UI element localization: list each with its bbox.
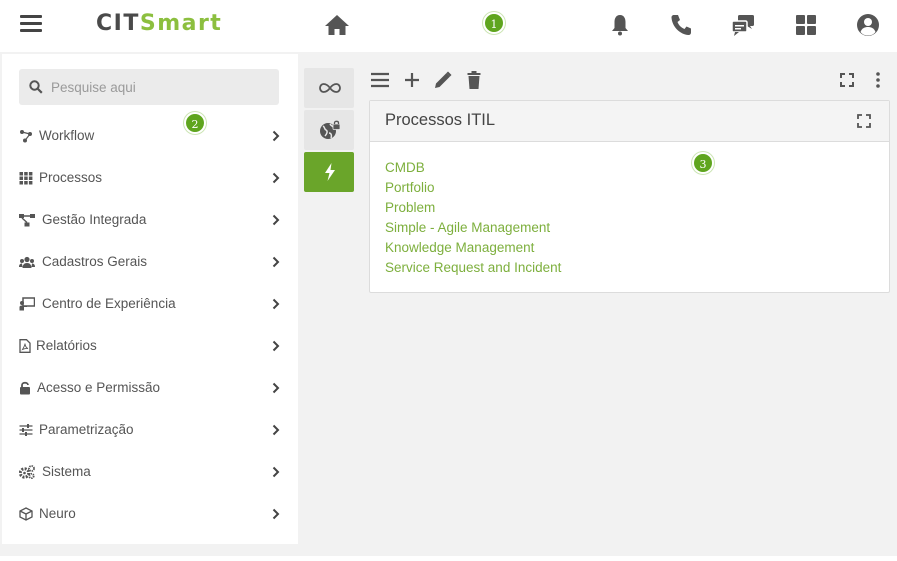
chevron-right-icon [272,340,280,352]
annotation-badge: 3 [692,152,714,174]
chevron-right-icon [272,508,280,520]
panel-header: Processos ITIL [370,101,889,142]
lightning-button[interactable] [304,152,354,192]
chevron-right-icon [272,214,280,226]
sidebar-item-acesso-e-permissao[interactable]: Acesso e Permissão [2,367,298,409]
sidebar-item-centro-de-experiencia[interactable]: Centro de Experiência [2,283,298,325]
more-vertical-icon[interactable] [868,70,888,90]
infinity-button[interactable] [304,68,354,108]
search-box [19,69,279,105]
chevron-right-icon [272,298,280,310]
chevron-right-icon [272,130,280,142]
sidebar-item-cadastros-gerais[interactable]: Cadastros Gerais [2,241,298,283]
chevron-right-icon [272,172,280,184]
fullscreen-icon[interactable] [837,70,857,90]
processos-itil-panel: Processos ITIL CMDB Portfolio Problem Si… [369,100,890,293]
sidebar-item-sistema[interactable]: Sistema [2,451,298,493]
sidebar-item-neuro[interactable]: Neuro [2,493,298,535]
annotation-badge: 1 [483,12,505,34]
citsmart-logo[interactable]: CITSmart [96,11,222,36]
network-icon [19,214,35,227]
lock-icon [20,381,30,395]
sidebar-item-label: Centro de Experiência [42,296,176,311]
lightning-icon [325,163,335,181]
apps-grid-icon[interactable] [793,12,819,38]
chevron-right-icon [272,424,280,436]
chevron-right-icon [272,256,280,268]
sidebar-item-gestao-integrada[interactable]: Gestão Integrada [2,199,298,241]
cube-icon [19,507,33,521]
sidebar-item-label: Relatórios [36,338,97,353]
sidebar-item-label: Processos [39,170,103,185]
trash-icon[interactable] [464,70,484,90]
sidebar-item-label: Gestão Integrada [42,212,147,227]
globe-lock-icon [320,120,341,139]
sidebar: 2 Workflow Processos Gestão Integrada Ca… [2,54,298,544]
search-icon [29,80,43,94]
sidebar-menu: Workflow Processos Gestão Integrada Cada… [2,115,298,535]
panel-title: Processos ITIL [385,111,496,129]
sidebar-item-label: Parametrização [39,422,134,437]
home-icon[interactable] [324,13,350,37]
plus-icon[interactable] [402,70,422,90]
sidebar-item-label: Neuro [39,506,76,521]
link-cmdb[interactable]: CMDB [385,158,561,178]
users-icon [19,256,35,268]
module-switcher [304,68,354,194]
sidebar-item-processos[interactable]: Processos [2,157,298,199]
sidebar-item-label: Sistema [42,464,91,479]
link-simple-agile-management[interactable]: Simple - Agile Management [385,218,561,238]
link-portfolio[interactable]: Portfolio [385,178,561,198]
globe-lock-button[interactable] [304,110,354,150]
sidebar-item-label: Workflow [39,128,95,143]
sliders-icon [19,424,33,436]
pdf-file-icon [19,339,31,353]
phone-icon[interactable] [668,12,694,38]
sidebar-item-parametrizacao[interactable]: Parametrização [2,409,298,451]
sidebar-item-label: Cadastros Gerais [42,254,148,269]
link-knowledge-management[interactable]: Knowledge Management [385,238,561,258]
presentation-icon [19,297,35,311]
workflow-icon [20,130,32,143]
bell-icon[interactable] [607,12,633,38]
chevron-right-icon [272,382,280,394]
sidebar-item-relatorios[interactable]: Relatórios [2,325,298,367]
user-account-icon[interactable] [855,12,881,38]
sidebar-item-workflow[interactable]: Workflow [2,115,298,157]
menu-icon[interactable] [20,15,42,35]
chat-icon[interactable] [730,12,756,38]
link-service-request-and-incident[interactable]: Service Request and Incident [385,258,561,278]
expand-icon[interactable] [857,114,871,128]
grid-icon [19,172,33,185]
panel-link-list: CMDB Portfolio Problem Simple - Agile Ma… [385,158,561,278]
sidebar-item-label: Acesso e Permissão [37,380,161,395]
search-input[interactable] [51,69,271,105]
list-icon[interactable] [370,70,390,90]
link-problem[interactable]: Problem [385,198,561,218]
pencil-icon[interactable] [433,70,453,90]
bottom-bar [0,556,897,561]
gears-icon [19,465,35,479]
chevron-right-icon [272,466,280,478]
infinity-icon [319,83,341,93]
top-bar: CITSmart 1 [0,0,897,52]
